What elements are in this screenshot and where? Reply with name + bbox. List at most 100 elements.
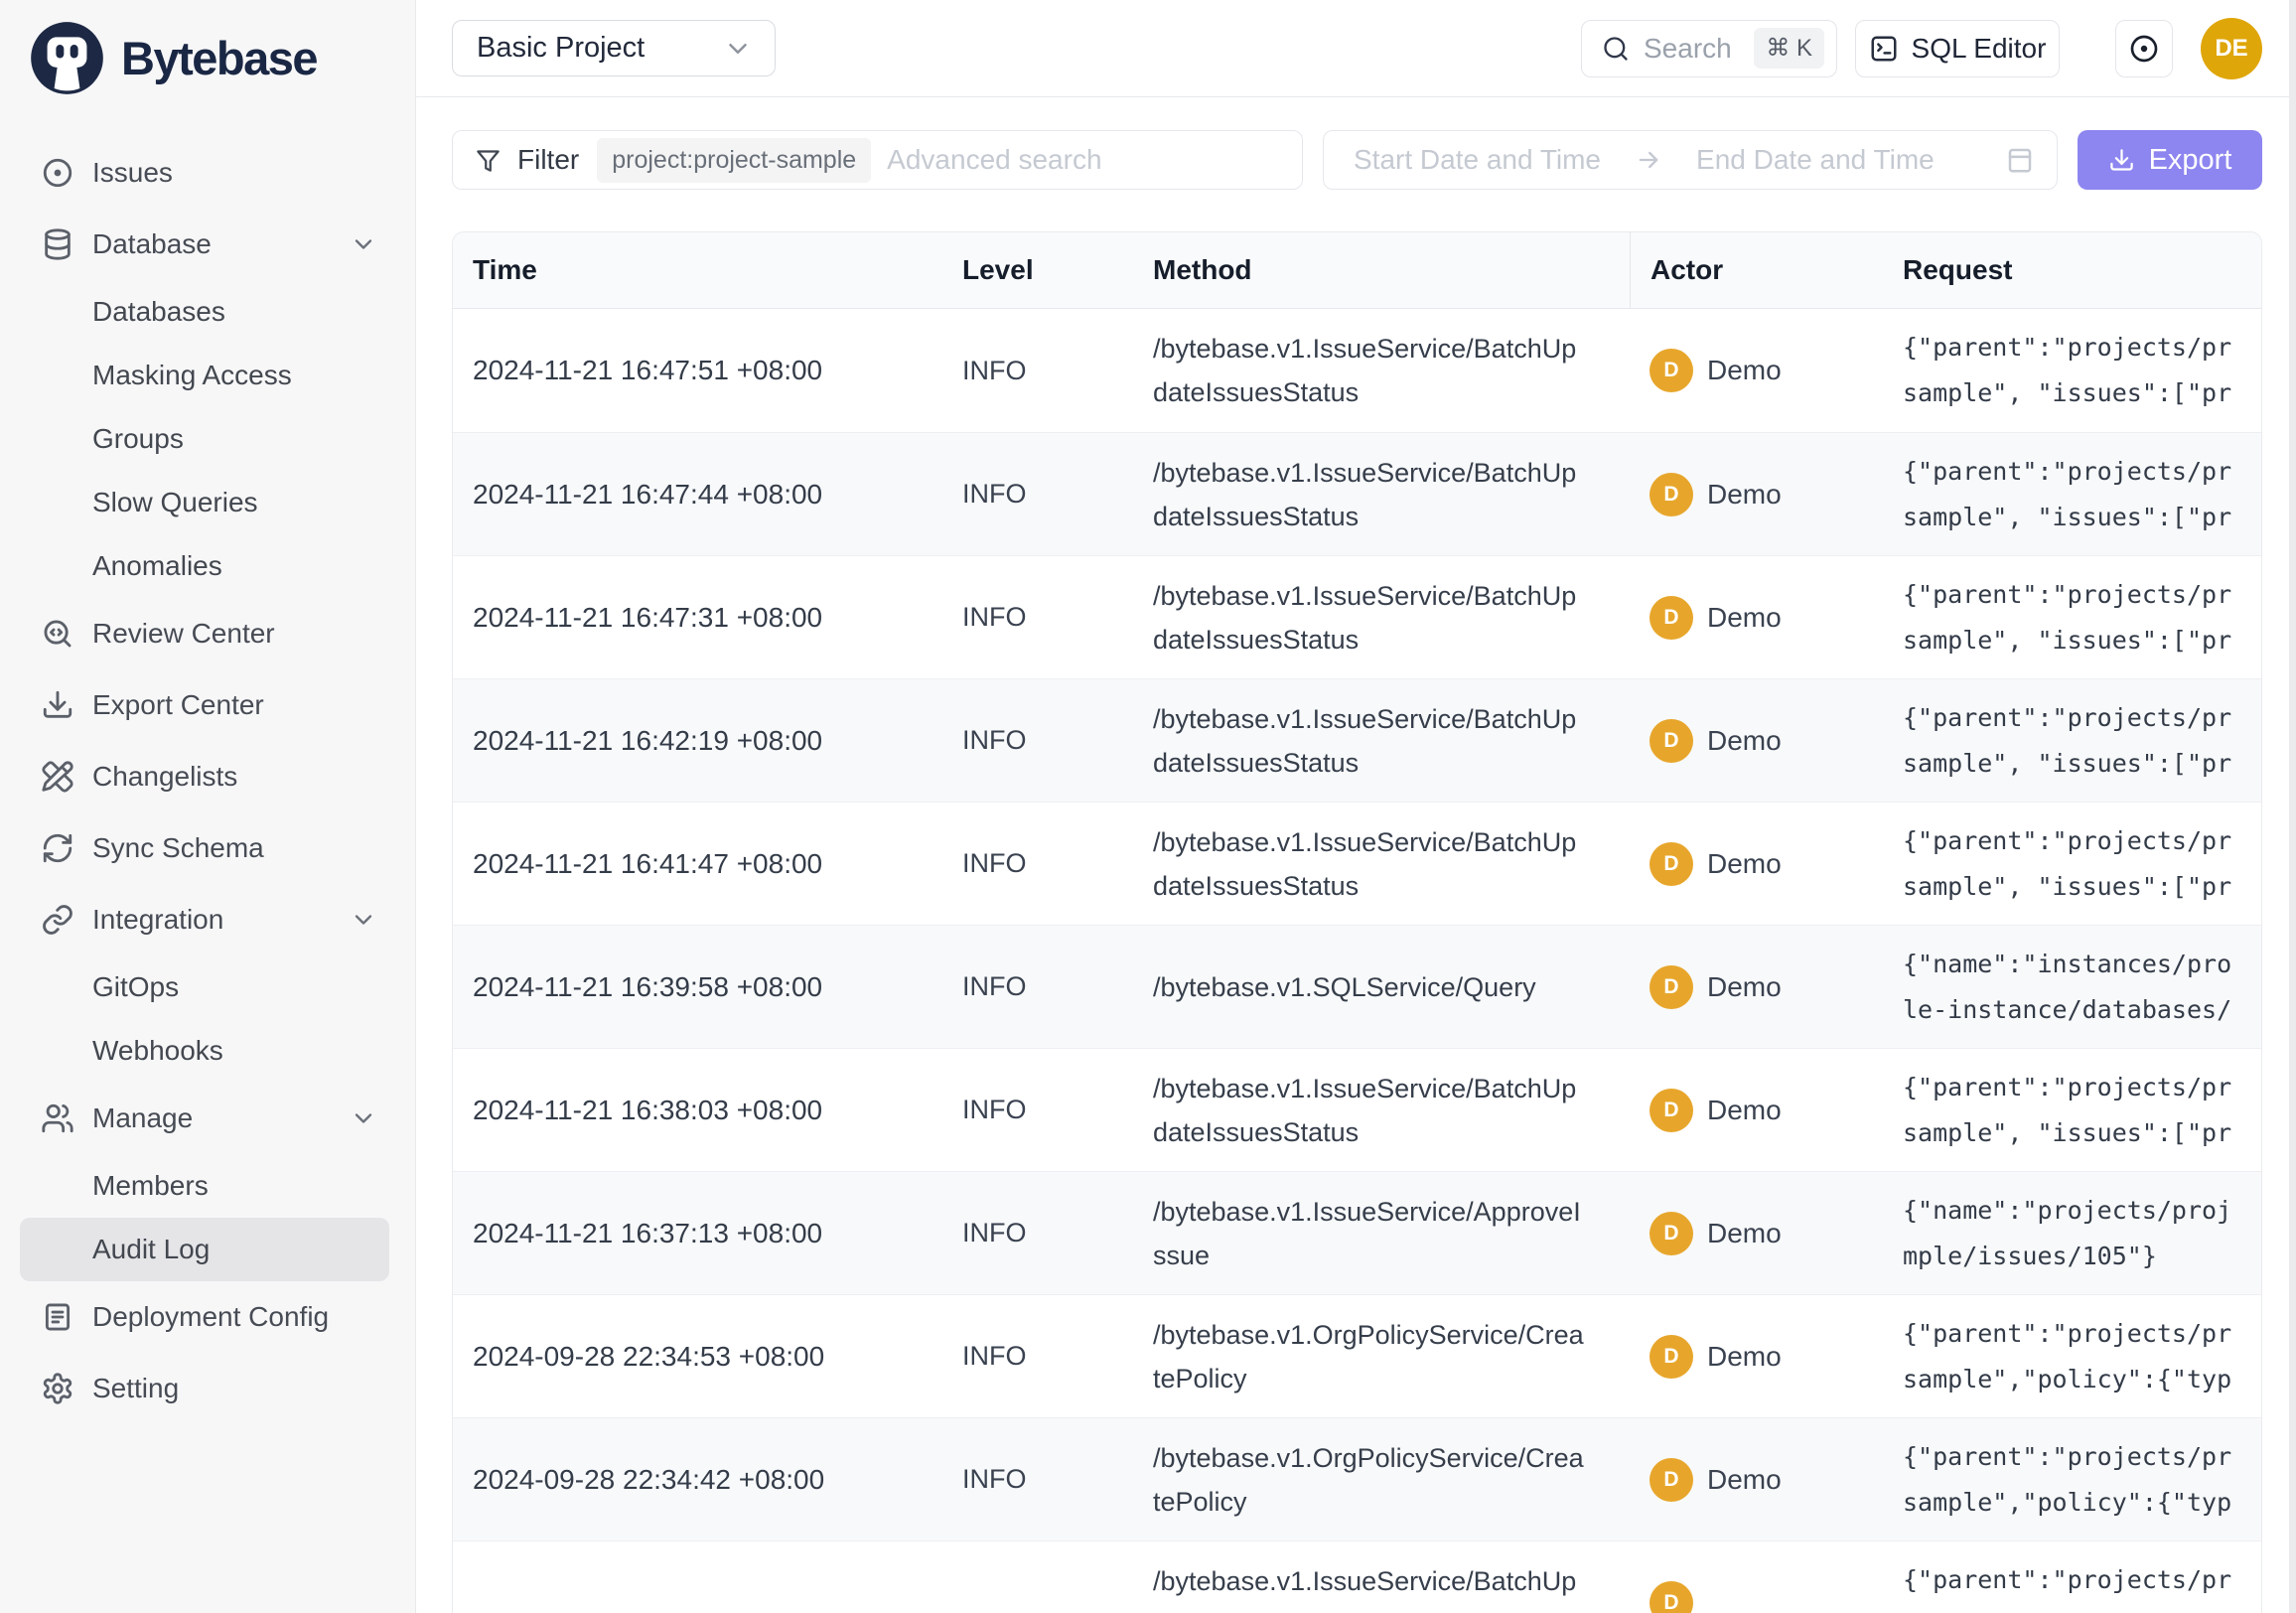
users-icon: [40, 1100, 75, 1136]
cell-method: /bytebase.v1.IssueService/BatchUpdateIss…: [1133, 556, 1630, 678]
filter-label: Filter: [517, 144, 579, 176]
cell-level: INFO: [942, 1049, 1133, 1171]
date-range-picker[interactable]: Start Date and Time End Date and Time: [1323, 130, 2058, 190]
sidebar-item-audit-log[interactable]: Audit Log: [20, 1218, 389, 1281]
cell-request: {"parent":"projects/pr sample", "issues"…: [1883, 309, 2261, 432]
sidebar-item-webhooks[interactable]: Webhooks: [20, 1019, 389, 1083]
table-row[interactable]: 2024-11-21 16:37:13 +08:00 INFO /bytebas…: [453, 1171, 2261, 1294]
chevron-down-icon[interactable]: [350, 906, 377, 934]
export-button[interactable]: Export: [2078, 130, 2262, 190]
table-row[interactable]: 2024-11-21 16:47:44 +08:00 INFO /bytebas…: [453, 432, 2261, 555]
cell-time: 2024-11-21 16:38:03 +08:00: [453, 1049, 942, 1171]
cell-actor: D Demo: [1630, 679, 1883, 802]
cell-level: INFO: [942, 556, 1133, 678]
actor-avatar: D: [1650, 596, 1693, 640]
table-header: Time Level Method Actor Request: [453, 232, 2261, 309]
sidebar: Bytebase Issues Database Databases Maski…: [0, 0, 416, 1613]
cell-time: 2024-11-21 16:37:13 +08:00: [453, 1172, 942, 1294]
chevron-down-icon[interactable]: [350, 1104, 377, 1132]
cell-level: INFO: [942, 433, 1133, 555]
file-lines-icon: [40, 1299, 75, 1335]
search-shortcut-badge: ⌘ K: [1754, 28, 1824, 69]
top-bar: Basic Project Search ⌘ K SQL Editor: [416, 0, 2296, 97]
actor-avatar: D: [1650, 1212, 1693, 1255]
circle-dot-icon: [2128, 33, 2160, 65]
advanced-search-input[interactable]: [887, 144, 1282, 176]
sidebar-item-masking-access[interactable]: Masking Access: [20, 344, 389, 407]
project-selector[interactable]: Basic Project: [452, 20, 776, 76]
link-icon: [40, 902, 75, 938]
sidebar-item-changelists[interactable]: Changelists: [0, 741, 415, 812]
sidebar-item-databases[interactable]: Databases: [20, 280, 389, 344]
cell-method: /bytebase.v1.OrgPolicyService/CreatePoli…: [1133, 1418, 1630, 1540]
actor-name: Demo: [1707, 1464, 1782, 1496]
sidebar-item-integration[interactable]: Integration: [0, 884, 415, 955]
cell-request: {"parent":"projects/pr sample", "issues"…: [1883, 1049, 2261, 1171]
sidebar-item-slow-queries[interactable]: Slow Queries: [20, 471, 389, 534]
sidebar-item-groups[interactable]: Groups: [20, 407, 389, 471]
filter-input-box[interactable]: Filter project:project-sample: [452, 130, 1303, 190]
sidebar-item-members[interactable]: Members: [20, 1154, 389, 1218]
sidebar-item-anomalies[interactable]: Anomalies: [20, 534, 389, 598]
sql-editor-button[interactable]: SQL Editor: [1855, 20, 2060, 77]
cell-actor: D Demo: [1630, 1049, 1883, 1171]
sidebar-item-issues[interactable]: Issues: [0, 137, 415, 209]
actor-avatar: D: [1650, 473, 1693, 516]
table-row[interactable]: 2024-11-21 16:38:03 +08:00 INFO /bytebas…: [453, 1048, 2261, 1171]
cell-time: [453, 1541, 942, 1613]
actor-avatar: D: [1650, 1581, 1693, 1613]
sidebar-item-setting[interactable]: Setting: [0, 1353, 415, 1424]
sidebar-item-deployment-config[interactable]: Deployment Config: [0, 1281, 415, 1353]
cell-request: {"parent":"projects/pr sample", "issues"…: [1883, 556, 2261, 678]
scrollbar[interactable]: [2289, 0, 2296, 1613]
table-row[interactable]: 2024-11-21 16:47:51 +08:00 INFO /bytebas…: [453, 309, 2261, 432]
actor-name: Demo: [1707, 1218, 1782, 1249]
column-header-request: Request: [1883, 232, 2261, 308]
sidebar-item-manage[interactable]: Manage: [0, 1083, 415, 1154]
search-icon: [1602, 35, 1630, 63]
database-icon: [40, 226, 75, 262]
brand-logo[interactable]: Bytebase: [30, 21, 415, 95]
sidebar-item-sync-schema[interactable]: Sync Schema: [0, 812, 415, 884]
table-row[interactable]: 2024-09-28 22:34:42 +08:00 INFO /bytebas…: [453, 1417, 2261, 1540]
cell-actor: D Demo: [1630, 803, 1883, 925]
cell-actor: D Demo: [1630, 1418, 1883, 1540]
table-row[interactable]: /bytebase.v1.IssueService/BatchUpdateIss…: [453, 1540, 2261, 1613]
actor-avatar: D: [1650, 349, 1693, 392]
cell-actor: D Demo: [1630, 309, 1883, 432]
search-label: Search: [1644, 33, 1732, 65]
sidebar-item-export-center[interactable]: Export Center: [0, 669, 415, 741]
project-selector-value: Basic Project: [477, 32, 645, 65]
table-row[interactable]: 2024-11-21 16:41:47 +08:00 INFO /bytebas…: [453, 802, 2261, 925]
cell-method: /bytebase.v1.IssueService/BatchUpdateIss…: [1133, 1541, 1630, 1613]
cell-actor: D Demo: [1630, 1295, 1883, 1417]
cell-method: /bytebase.v1.IssueService/BatchUpdateIss…: [1133, 433, 1630, 555]
cell-time: 2024-11-21 16:39:58 +08:00: [453, 926, 942, 1048]
end-date-placeholder: End Date and Time: [1696, 144, 1935, 176]
table-row[interactable]: 2024-11-21 16:47:31 +08:00 INFO /bytebas…: [453, 555, 2261, 678]
actor-name: Demo: [1707, 971, 1782, 1003]
sidebar-item-review-center[interactable]: Review Center: [0, 598, 415, 669]
cell-request: {"parent":"projects/pr sample", "issues"…: [1883, 1541, 2261, 1613]
sidebar-item-gitops[interactable]: GitOps: [20, 955, 389, 1019]
sql-editor-label: SQL Editor: [1912, 33, 2047, 65]
chevron-down-icon[interactable]: [350, 230, 377, 258]
table-row[interactable]: 2024-11-21 16:42:19 +08:00 INFO /bytebas…: [453, 678, 2261, 802]
filter-chip-project[interactable]: project:project-sample: [597, 138, 871, 183]
sidebar-item-database[interactable]: Database: [0, 209, 415, 280]
download-icon: [2108, 147, 2135, 174]
actor-name: Demo: [1707, 848, 1782, 880]
cell-level: INFO: [942, 679, 1133, 802]
pencil-ruler-icon: [40, 759, 75, 795]
arrow-right-icon: [1635, 146, 1662, 174]
actor-name: Demo: [1707, 355, 1782, 386]
table-row[interactable]: 2024-11-21 16:39:58 +08:00 INFO /bytebas…: [453, 925, 2261, 1048]
search-button[interactable]: Search ⌘ K: [1581, 20, 1837, 77]
circle-dot-icon-button[interactable]: [2115, 20, 2173, 77]
table-row[interactable]: 2024-09-28 22:34:53 +08:00 INFO /bytebas…: [453, 1294, 2261, 1417]
export-label: Export: [2149, 144, 2232, 177]
column-header-time: Time: [453, 232, 942, 308]
cell-level: INFO: [942, 309, 1133, 432]
filter-toolbar: Filter project:project-sample Start Date…: [452, 130, 2262, 190]
user-avatar[interactable]: DE: [2201, 18, 2262, 79]
